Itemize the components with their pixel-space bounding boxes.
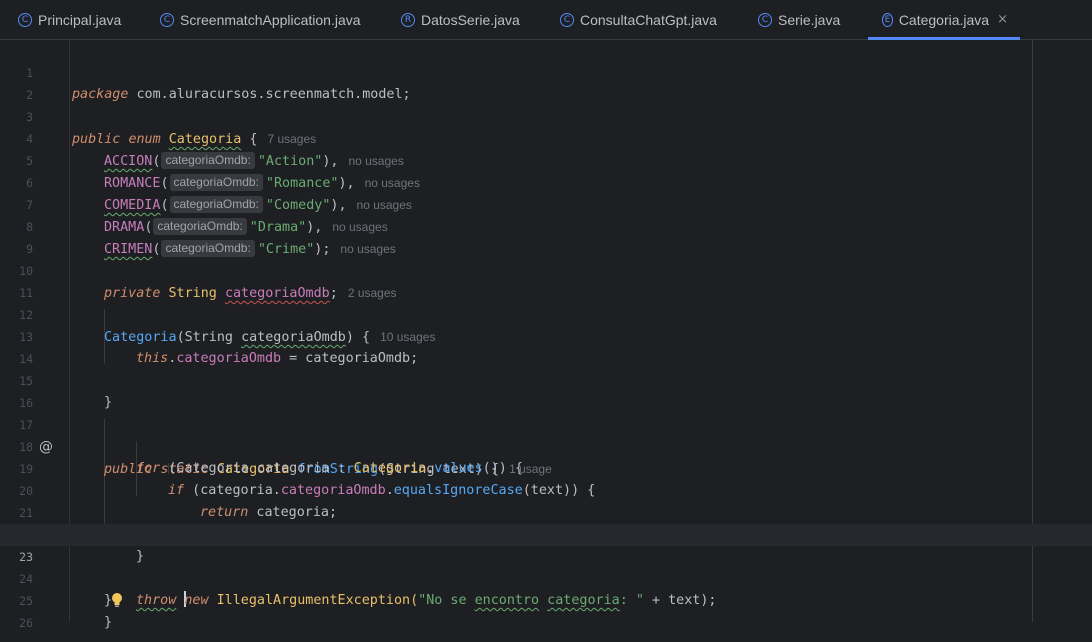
code-line: 12 Categoria(String categoriaOmdb) {10 u… [0, 282, 1092, 345]
code-line: 10 private String categoriaOmdb; 2 usages [0, 238, 1092, 301]
code-line: 21 } [0, 480, 1092, 542]
code-line: 26 [0, 590, 1092, 630]
class-icon: C [18, 12, 32, 27]
record-icon: R [401, 12, 415, 27]
code-line: 7 DRAMA(categoriaOmdb: "Drama"), no usages [0, 172, 1092, 235]
code-line: 13 this.categoriaOmdb = categoriaOmdb; [0, 304, 1092, 366]
tab-label: ScreenmatchApplication.java [180, 11, 361, 28]
close-tab-icon[interactable]: × [997, 12, 1008, 27]
code-line: 8 CRIMEN(categoriaOmdb: "Crime"); no usage… [0, 194, 1092, 257]
tab-label: Principal.java [38, 11, 122, 28]
code-line: 25 } [0, 568, 1092, 630]
tab-label: ConsultaChatGpt.java [580, 11, 717, 28]
editor-tab-bar: C Principal.java C ScreenmatchApplicatio… [0, 0, 1092, 40]
tab-principal[interactable]: C Principal.java [18, 0, 121, 39]
code-line: 15 } [0, 348, 1092, 410]
code-line: 14 [0, 326, 1092, 366]
code-line: 6 COMEDIA(categoriaOmdb: "Comedy"), no usa… [0, 150, 1092, 213]
code-line: 3 public enum Categoria {7 usages [0, 84, 1092, 147]
code-line: 5 ROMANCE(categoriaOmdb: "Romance"), no us… [0, 128, 1092, 191]
enum-icon: E [882, 12, 893, 27]
tab-categoria[interactable]: E Categoria.java × [868, 0, 1020, 40]
code-line: 19 if (categoria.categoriaOmdb.equalsIgn… [0, 436, 1092, 498]
tab-serie[interactable]: C Serie.java [758, 0, 840, 39]
tab-label: Categoria.java [898, 11, 990, 28]
code-line: 18 for (Categoria categoria : Categoria.… [0, 414, 1092, 476]
code-line: 20 return categoria; [0, 458, 1092, 520]
code-line: 16 [0, 370, 1092, 410]
class-icon: C [758, 12, 772, 27]
code-line: 17 @ public static Categoria fromString(… [0, 392, 1092, 477]
tab-screenmatch-application[interactable]: C ScreenmatchApplication.java [160, 0, 361, 39]
tab-label: DatosSerie.java [421, 11, 520, 28]
code-line: 4 ACCION(categoriaOmdb: "Action"), no usag… [0, 106, 1092, 169]
code-line-current: 23 throw new IllegalArgumentException("N… [0, 524, 1092, 608]
code-line: 2 [0, 62, 1092, 102]
code-line: 1 package com.aluracursos.screenmatch.mo… [0, 40, 1092, 102]
code-text: } [104, 615, 113, 630]
tab-label: Serie.java [778, 11, 841, 28]
line-number: 26 [19, 616, 33, 630]
spring-class-icon: C [160, 12, 174, 27]
code-line: 9 [0, 216, 1092, 256]
class-icon: C [560, 12, 574, 27]
code-line: 11 [0, 260, 1092, 300]
code-line: 22 } [0, 502, 1092, 564]
tab-datos-serie[interactable]: R DatosSerie.java [401, 0, 520, 39]
code-line: 24 } [0, 546, 1092, 608]
tab-consulta-chatgpt[interactable]: C ConsultaChatGpt.java [560, 0, 717, 39]
